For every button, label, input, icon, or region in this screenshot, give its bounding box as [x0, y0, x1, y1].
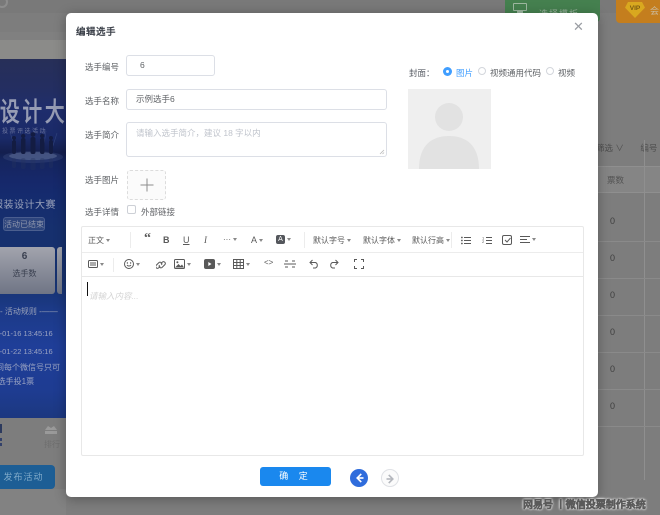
svg-text:排行: 排行: [44, 439, 60, 449]
svg-text:2: 2: [482, 239, 485, 244]
